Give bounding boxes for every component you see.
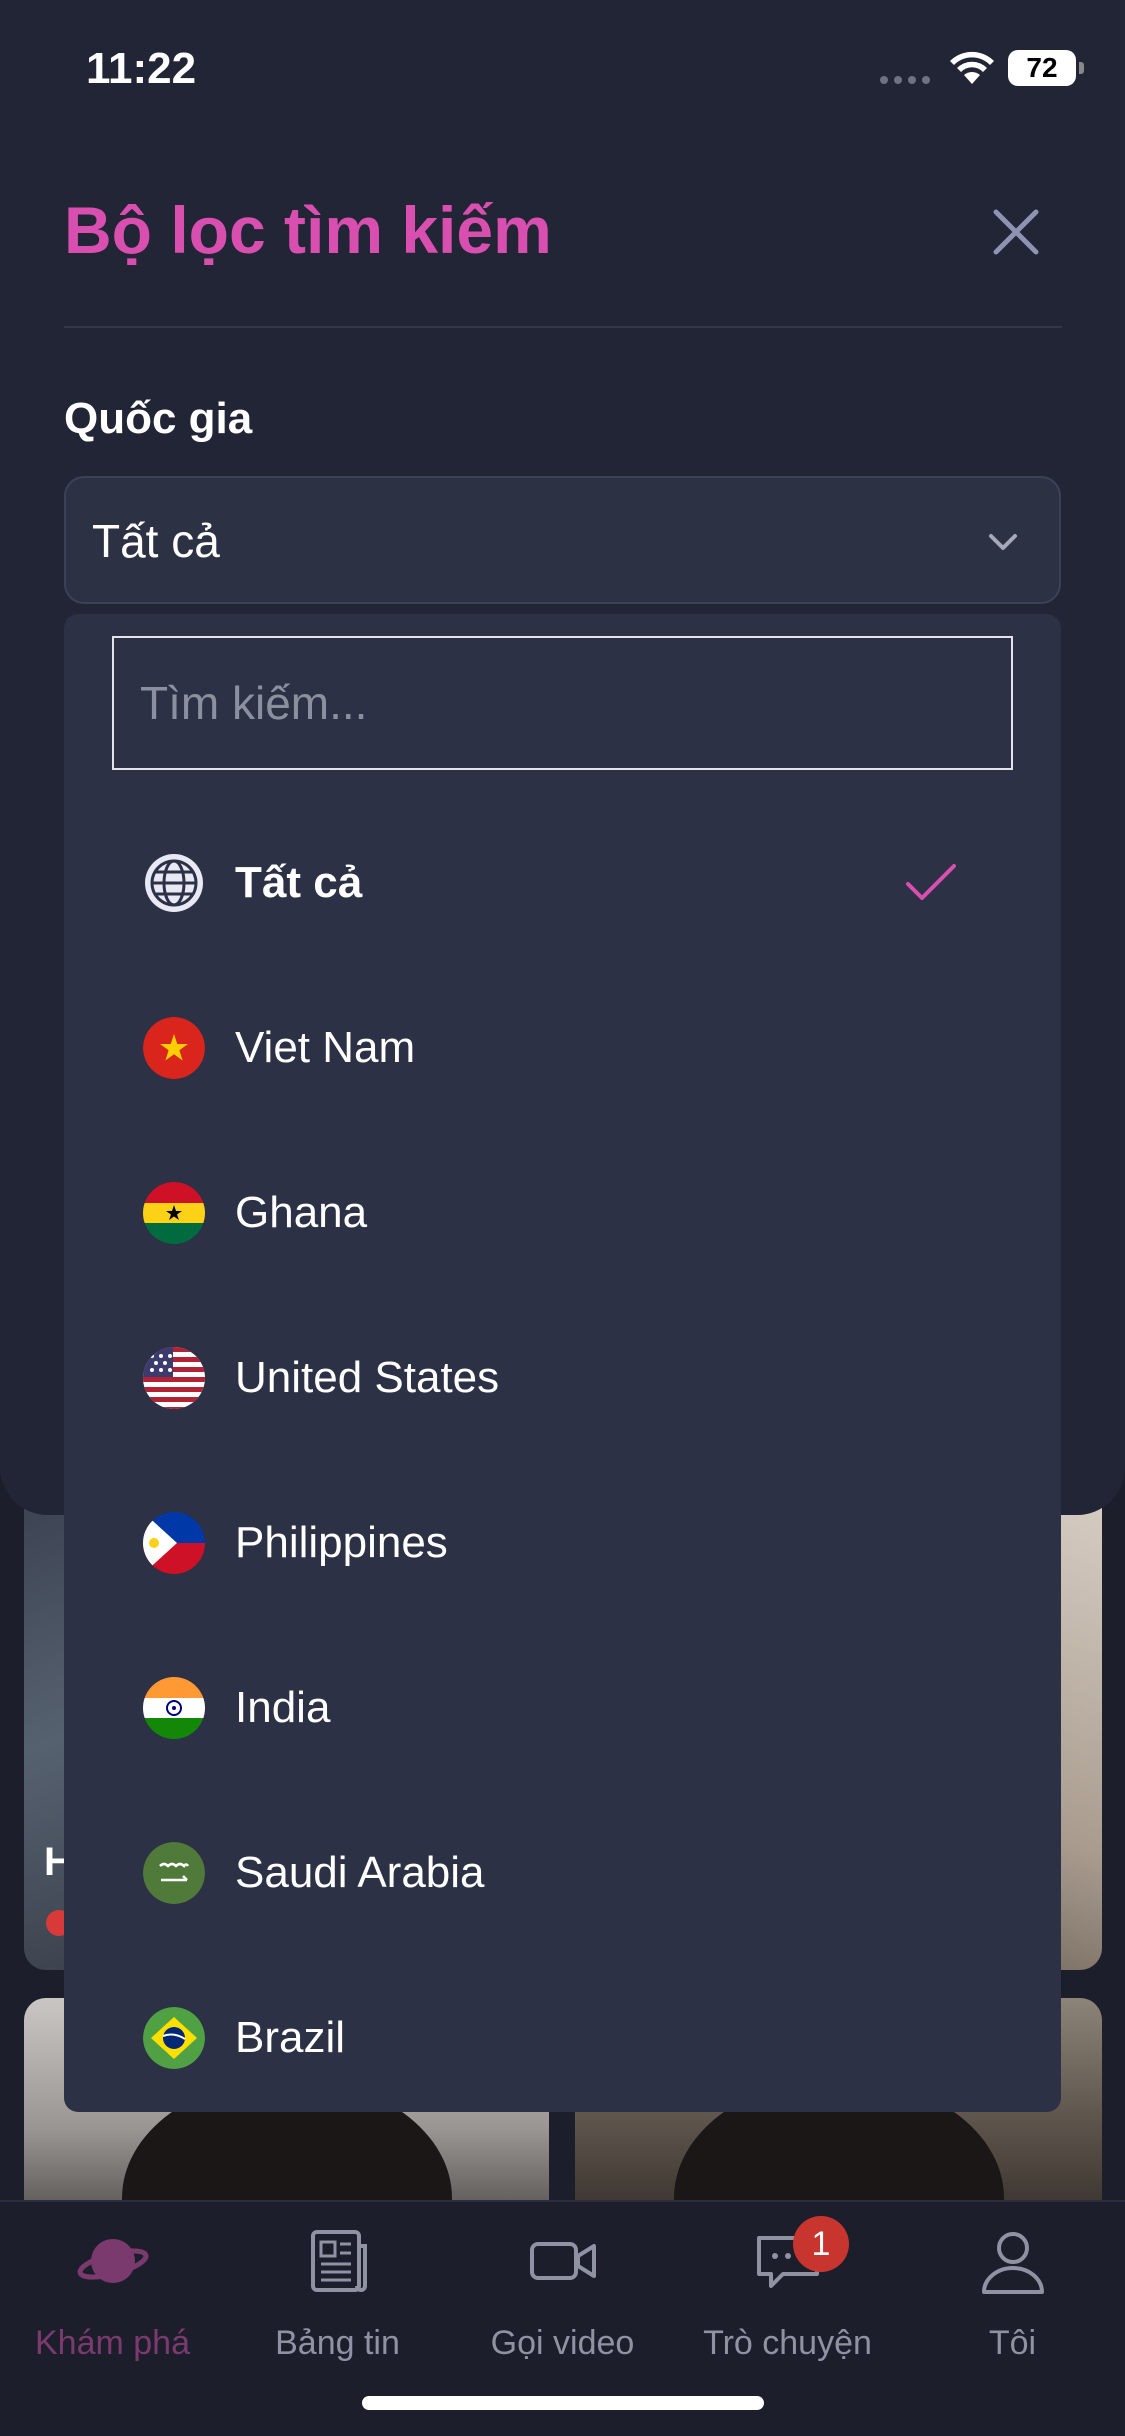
country-option-vietnam[interactable]: Viet Nam <box>64 965 1061 1130</box>
globe-icon <box>145 853 203 912</box>
checkmark-icon <box>906 863 956 900</box>
country-dropdown: Tất cả Viet Nam Ghana <box>64 614 1061 2112</box>
brazil-flag-icon <box>143 2006 205 2069</box>
tab-label: Gọi video <box>490 2324 635 2362</box>
country-select[interactable]: Tất cả <box>64 476 1061 604</box>
profile-icon <box>981 2232 1044 2294</box>
country-option-india[interactable]: India <box>64 1625 1061 1790</box>
chevron-down-icon <box>989 534 1017 550</box>
close-icon[interactable] <box>984 200 1048 264</box>
tab-video-call[interactable]: Gọi video <box>450 2224 675 2384</box>
status-time: 11:22 <box>86 44 197 93</box>
tab-explore[interactable]: Khám phá <box>0 2224 225 2384</box>
country-option-brazil[interactable]: Brazil <box>64 1955 1061 2120</box>
divider <box>64 326 1062 328</box>
country-option-label: Philippines <box>235 1517 448 1567</box>
country-option-label: Saudi Arabia <box>235 1847 485 1897</box>
india-flag-icon <box>143 1676 205 1739</box>
country-label: Quốc gia <box>64 394 253 443</box>
planet-icon <box>77 2239 148 2283</box>
country-option-label: Ghana <box>235 1187 368 1237</box>
country-option-label: India <box>235 1682 331 1732</box>
country-option-ghana[interactable]: Ghana <box>64 1130 1061 1295</box>
country-option-united-states[interactable]: United States <box>64 1295 1061 1460</box>
tab-label: Tôi <box>988 2324 1037 2362</box>
vietnam-flag-icon <box>143 1016 205 1079</box>
ghana-flag-icon <box>143 1181 205 1244</box>
battery-icon: 72 <box>1008 50 1084 86</box>
wifi-icon <box>950 51 994 84</box>
tab-chat[interactable]: 1 Trò chuyện <box>675 2216 900 2384</box>
tab-newsfeed[interactable]: Bảng tin <box>225 2224 450 2384</box>
sheet-title: Bộ lọc tìm kiếm <box>64 193 552 267</box>
tab-label: Khám phá <box>35 2324 190 2362</box>
country-option-label: Viet Nam <box>235 1022 416 1072</box>
screen: H 11:22 72 Bộ lọc tìm kiếm Quốc gia Tất … <box>0 0 1125 2436</box>
usa-flag-icon <box>143 1346 205 1409</box>
country-option-label: Tất cả <box>235 857 363 907</box>
country-option-all[interactable]: Tất cả <box>64 800 1061 965</box>
video-camera-icon <box>529 2242 596 2280</box>
newspaper-icon <box>310 2230 367 2292</box>
home-indicator[interactable] <box>362 2396 764 2410</box>
country-option-label: Brazil <box>235 2012 346 2062</box>
tab-label: Bảng tin <box>275 2324 400 2362</box>
saudi-arabia-flag-icon <box>143 1841 205 1904</box>
cellular-signal-icon <box>880 76 930 84</box>
tab-profile[interactable]: Tôi <box>900 2224 1125 2384</box>
unread-badge: 1 <box>793 2216 849 2272</box>
country-search-input[interactable] <box>112 636 1013 770</box>
country-option-philippines[interactable]: Philippines <box>64 1460 1061 1625</box>
country-option-saudi-arabia[interactable]: Saudi Arabia <box>64 1790 1061 1955</box>
country-option-label: United States <box>235 1352 500 1402</box>
country-select-value: Tất cả <box>92 515 220 567</box>
philippines-flag-icon <box>143 1511 205 1574</box>
tab-label: Trò chuyện <box>703 2324 872 2362</box>
